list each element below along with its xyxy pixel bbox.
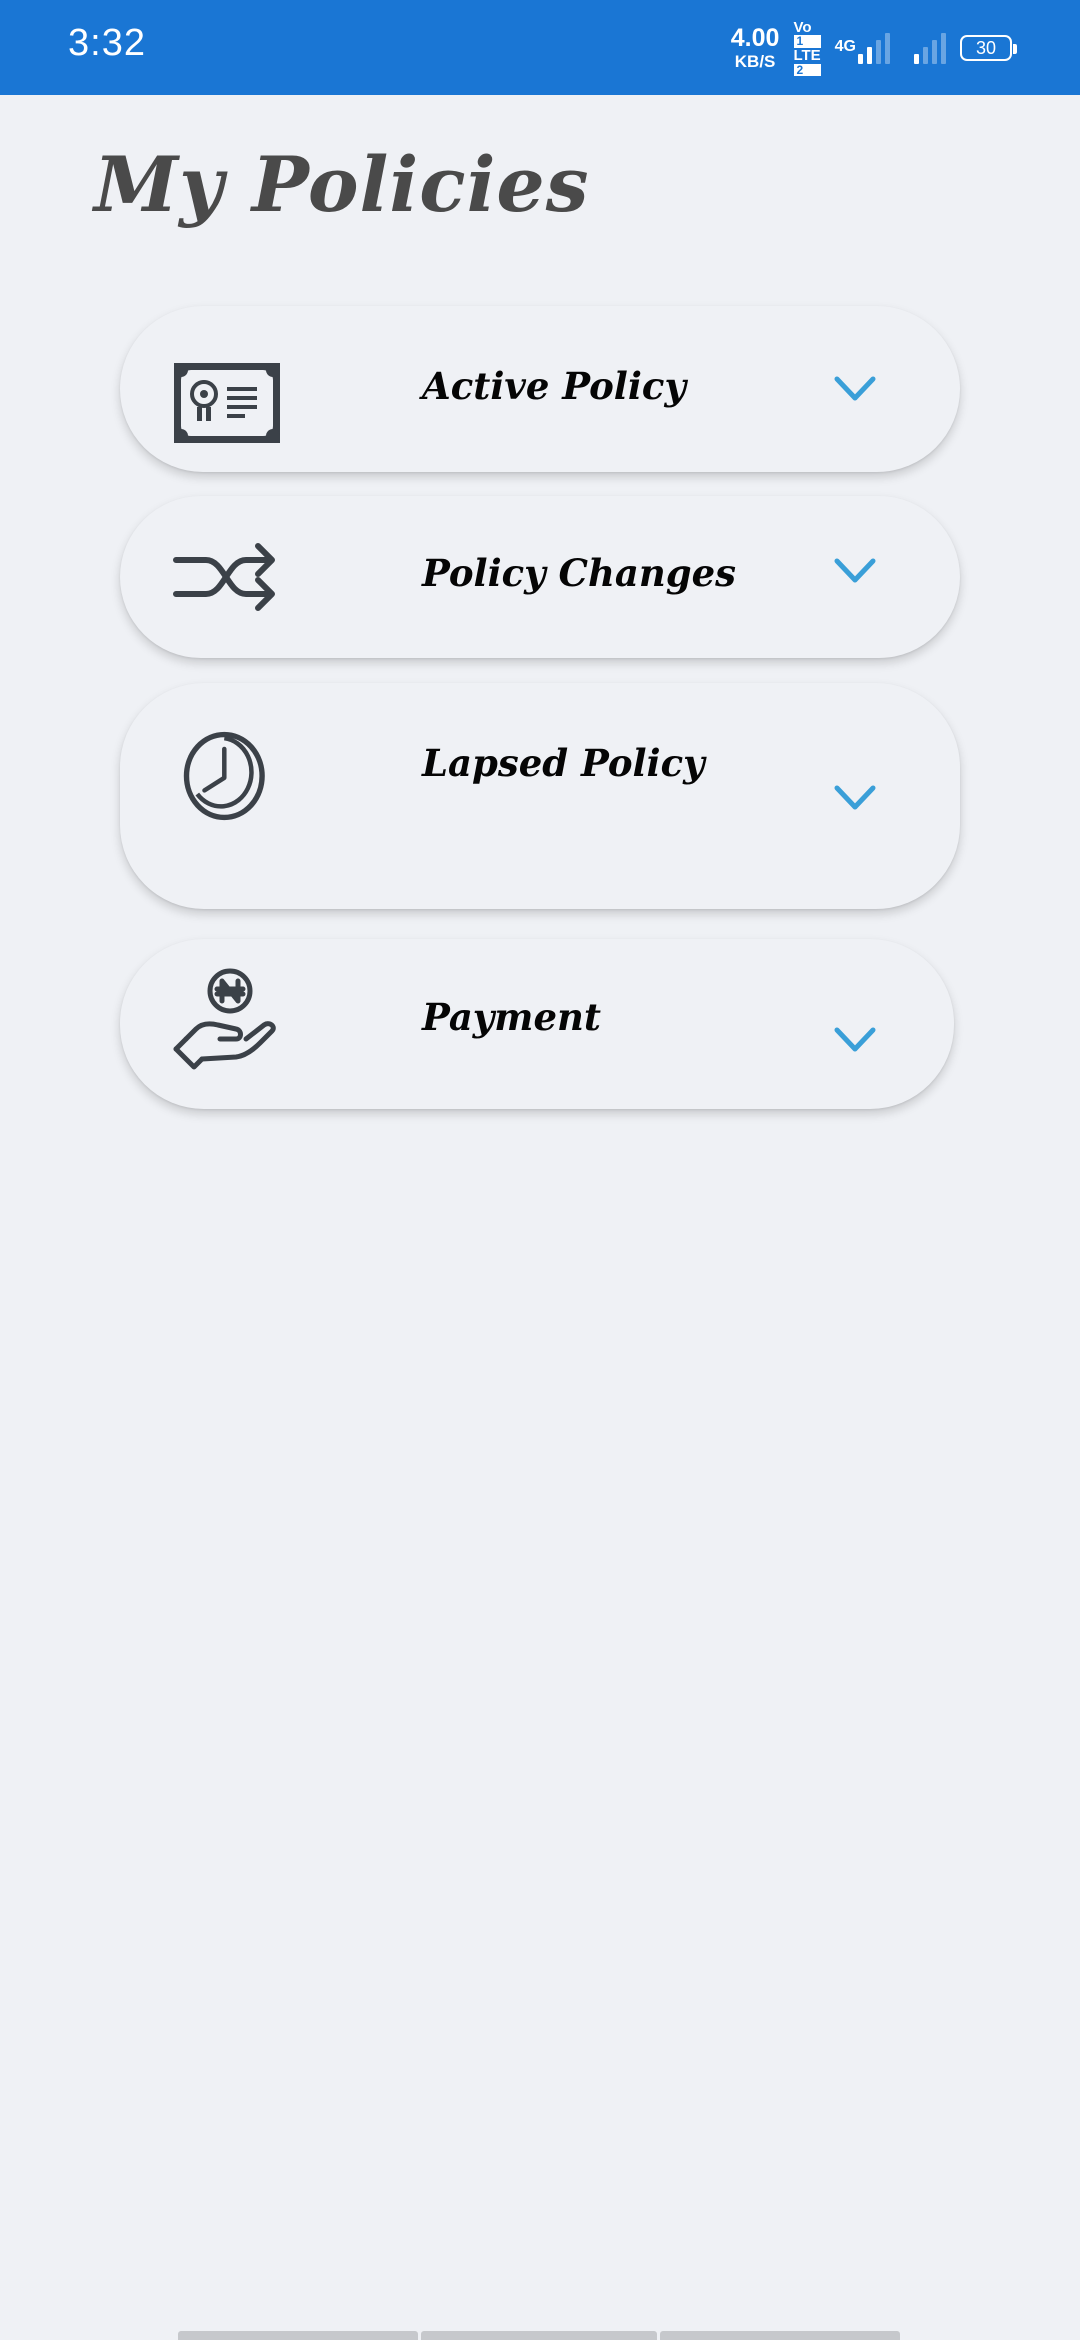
network-speed-value: 4.00 [730,24,780,52]
battery-level: 30 [975,37,997,58]
signal-icon [914,32,946,64]
menu-item-lapsed-policy[interactable]: Lapsed Policy [120,683,960,909]
certificate-icon [172,358,282,448]
sim2-badge: 2 [794,64,821,77]
status-time: 3:32 [68,22,146,64]
page-title: My Policies [94,140,590,229]
signal-icon [858,32,890,64]
network-type: 4G [834,38,856,55]
gesture-segment[interactable] [421,2331,657,2340]
lte-label: LTE [793,47,821,64]
menu-item-active-policy[interactable]: Active Policy [120,306,960,472]
status-bar: 3:32 4.00 KB/S Vo 1 LTE 2 4G 30 [0,0,1080,95]
gesture-segment[interactable] [660,2331,900,2340]
sim1-signal-group: 4G [835,32,890,64]
chevron-down-icon[interactable] [833,783,877,813]
clock-icon [172,731,282,821]
network-speed-unit: KB/S [734,52,776,71]
chevron-down-icon[interactable] [833,374,877,404]
navigation-gesture-bar[interactable] [178,2331,900,2340]
menu-item-label: Active Policy [422,364,686,408]
volte-indicator: Vo 1 LTE 2 [793,18,821,77]
chevron-down-icon[interactable] [833,556,877,586]
chevron-down-icon[interactable] [833,1025,877,1055]
shuffle-icon [172,532,282,622]
gesture-segment[interactable] [178,2331,418,2340]
status-indicators: 4.00 KB/S Vo 1 LTE 2 4G 30 [730,19,1017,77]
network-speed: 4.00 KB/S [730,24,780,71]
hand-coin-icon [172,967,282,1077]
menu-item-payment[interactable]: Payment [120,939,954,1109]
battery-icon: 30 [960,35,1017,61]
menu-item-label: Payment [422,995,601,1039]
volte-label: Vo [793,18,812,36]
menu-item-label: Policy Changes [422,551,736,595]
menu-item-policy-changes[interactable]: Policy Changes [120,496,960,658]
menu-item-label: Lapsed Policy [422,741,705,785]
